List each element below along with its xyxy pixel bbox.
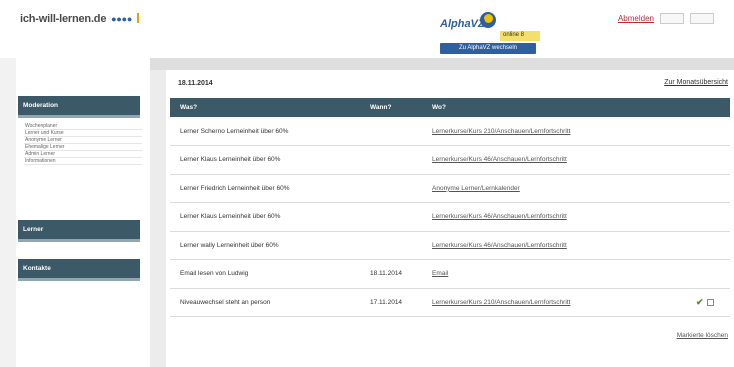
- logo-bar: [136, 13, 139, 23]
- moderation-subnav: Wochenplaner Lerner und Kurse Anonyme Le…: [24, 123, 142, 165]
- switch-to-alphavz-button[interactable]: Zu AlphaVZ wechseln: [440, 43, 536, 54]
- done-check-icon: ✔: [696, 296, 704, 307]
- table-row: Lerner wally Lerneinheit über 60% Lerner…: [170, 231, 730, 260]
- column-header-what: Was?: [170, 98, 360, 117]
- main-top-strip: [150, 58, 734, 70]
- row-where-link[interactable]: Lernerkurse/Kurs 46/Anschauen/Lernfortsc…: [432, 156, 567, 163]
- row-actions: [686, 117, 730, 146]
- main-area: 18.11.2014 Zur Monatsübersicht Was? Wann…: [150, 58, 734, 367]
- row-what: Lerner Friedrich Lerneinheit über 60%: [170, 174, 360, 203]
- alphavz-online-count: online 8: [500, 31, 540, 41]
- sidebar-section-moderation[interactable]: Moderation: [18, 96, 140, 118]
- sidebar-section-kontakte[interactable]: Kontakte: [18, 259, 140, 281]
- row-where-link[interactable]: Lernerkurse/Kurs 210/Anschauen/Lernforts…: [432, 299, 570, 306]
- alphavz-badge: AlphaVZ online 8 Zu AlphaVZ wechseln: [440, 12, 540, 56]
- row-when: [360, 202, 422, 232]
- table-row: Lerner Klaus Lerneinheit über 60% Lerner…: [170, 145, 730, 175]
- row-actions: [686, 174, 730, 203]
- top-button-1[interactable]: [660, 13, 684, 24]
- row-where-link[interactable]: Email: [432, 270, 448, 277]
- column-header-where: Wo?: [422, 98, 686, 117]
- top-links: Abmelden: [618, 13, 714, 24]
- row-when: 18.11.2014: [360, 259, 422, 289]
- row-what: Lerner Scherno Lerneinheit über 60%: [170, 117, 360, 146]
- row-where-link[interactable]: Lernerkurse/Kurs 46/Anschauen/Lernfortsc…: [432, 242, 567, 249]
- row-what: Niveauwechsel steht an person: [170, 288, 360, 317]
- site-logo-text: ich-will-lernen.de: [20, 13, 107, 25]
- table-row: Niveauwechsel steht an person 17.11.2014…: [170, 288, 730, 317]
- row-when: [360, 174, 422, 203]
- table-row: Email lesen von Ludwig 18.11.2014 Email: [170, 259, 730, 289]
- table-row: Lerner Scherno Lerneinheit über 60% Lern…: [170, 117, 730, 146]
- row-where: Lernerkurse/Kurs 210/Anschauen/Lernforts…: [422, 117, 686, 146]
- logo-dots: ●●●●: [111, 14, 133, 24]
- table-row: Lerner Klaus Lerneinheit über 60% Lerner…: [170, 202, 730, 232]
- row-when: [360, 231, 422, 260]
- row-where: Email: [422, 259, 686, 289]
- sidebar-item[interactable]: Admin Lerner: [24, 151, 142, 158]
- row-actions: [686, 231, 730, 260]
- row-where-link[interactable]: Lernerkurse/Kurs 46/Anschauen/Lernfortsc…: [432, 213, 567, 220]
- table-header-row: Was? Wann? Wo?: [170, 98, 730, 117]
- row-where-link[interactable]: Lernerkurse/Kurs 210/Anschauen/Lernforts…: [432, 128, 570, 135]
- column-header-when: Wann?: [360, 98, 422, 117]
- tasks-table: Was? Wann? Wo? Lerner Scherno Lerneinhei…: [170, 98, 730, 317]
- row-when: [360, 117, 422, 146]
- table-row: Lerner Friedrich Lerneinheit über 60% An…: [170, 174, 730, 203]
- alphavz-name: AlphaVZ: [440, 18, 485, 30]
- row-what: Lerner Klaus Lerneinheit über 60%: [170, 202, 360, 232]
- sidebar-item[interactable]: Lerner und Kurse: [24, 130, 142, 137]
- sidebar-item[interactable]: Wochenplaner: [24, 123, 142, 130]
- sidebar: Moderation Wochenplaner Lerner und Kurse…: [16, 58, 148, 367]
- site-logo[interactable]: ich-will-lernen.de ●●●●: [20, 13, 139, 25]
- row-when: 17.11.2014: [360, 288, 422, 317]
- current-date: 18.11.2014: [178, 80, 213, 87]
- delete-marked-link[interactable]: Markierte löschen: [677, 332, 728, 339]
- row-where: Lernerkurse/Kurs 210/Anschauen/Lernforts…: [422, 288, 686, 317]
- row-what: Lerner Klaus Lerneinheit über 60%: [170, 145, 360, 175]
- alphavz-logo-dot: [484, 14, 493, 23]
- top-bar: ich-will-lernen.de ●●●● AlphaVZ online 8…: [0, 0, 734, 58]
- sidebar-item[interactable]: Informationen: [24, 158, 142, 165]
- row-actions: [686, 145, 730, 175]
- row-when: [360, 145, 422, 175]
- row-actions: [686, 259, 730, 289]
- row-what: Lerner wally Lerneinheit über 60%: [170, 231, 360, 260]
- row-actions: ✔: [686, 288, 730, 317]
- left-gutter: [0, 58, 16, 367]
- sidebar-section-lerner[interactable]: Lerner: [18, 220, 140, 242]
- top-button-2[interactable]: [690, 13, 714, 24]
- month-overview-link[interactable]: Zur Monatsübersicht: [664, 79, 728, 86]
- row-where: Anonyme Lerner/Lernkalender: [422, 174, 686, 203]
- row-where: Lernerkurse/Kurs 46/Anschauen/Lernfortsc…: [422, 231, 686, 260]
- row-where: Lernerkurse/Kurs 46/Anschauen/Lernfortsc…: [422, 145, 686, 175]
- logout-link[interactable]: Abmelden: [618, 14, 654, 23]
- row-where: Lernerkurse/Kurs 46/Anschauen/Lernfortsc…: [422, 202, 686, 232]
- row-what: Email lesen von Ludwig: [170, 259, 360, 289]
- sidebar-item[interactable]: Ehemalige Lerner: [24, 144, 142, 151]
- row-actions: [686, 202, 730, 232]
- mark-checkbox[interactable]: [706, 298, 714, 306]
- row-where-link[interactable]: Anonyme Lerner/Lernkalender: [432, 185, 520, 192]
- content-panel: 18.11.2014 Zur Monatsübersicht Was? Wann…: [166, 70, 734, 367]
- column-header-actions: [686, 98, 730, 117]
- sidebar-item[interactable]: Anonyme Lerner: [24, 137, 142, 144]
